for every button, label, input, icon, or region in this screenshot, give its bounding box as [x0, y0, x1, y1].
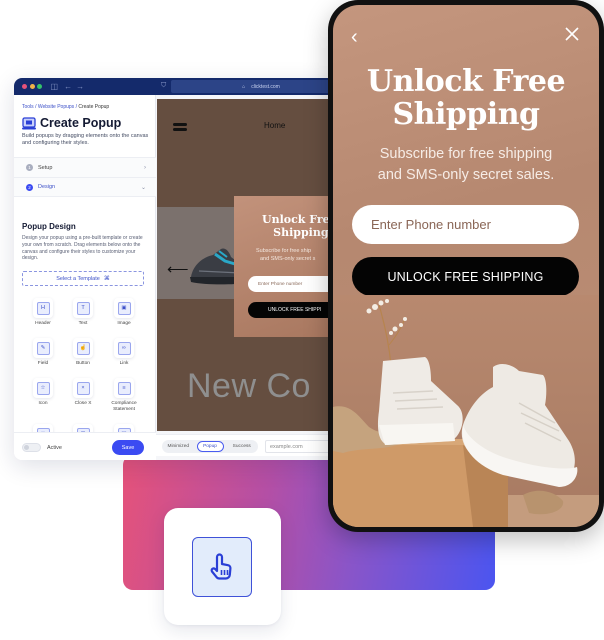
- popup-preview-title: Unlock Fre Shipping: [262, 213, 330, 239]
- canvas-toolbar: Minimized Popup Success example.com: [156, 434, 344, 456]
- breadcrumb: Tools / Website Popups / Create Popup: [22, 104, 109, 110]
- element-image[interactable]: ▣ Image: [102, 298, 146, 327]
- back-arrow-icon[interactable]: ←: [64, 82, 72, 91]
- popup-window-icon: [22, 116, 36, 129]
- hamburger-menu-icon: [173, 123, 187, 133]
- element-field[interactable]: ✎ Field: [21, 338, 65, 367]
- button-icon: ☝: [76, 341, 90, 355]
- element-icon[interactable]: ☆ Icon: [21, 378, 65, 407]
- save-button[interactable]: Save: [112, 440, 144, 455]
- breadcrumb-separator: /: [35, 104, 37, 110]
- tab-minimized[interactable]: Minimized: [162, 444, 195, 449]
- chevron-down-icon: ⌄: [140, 184, 146, 191]
- element-label: Header: [35, 321, 51, 326]
- view-state-tabs: Minimized Popup Success: [162, 440, 258, 453]
- hand-pointer-icon: [210, 553, 232, 580]
- builder-sidebar: Tools / Website Popups / Create Popup Cr…: [14, 95, 156, 460]
- select-template-label: Select a Template: [56, 275, 100, 282]
- popup-title: Unlock Free Shipping: [366, 64, 566, 132]
- active-label: Active: [47, 445, 62, 451]
- page-subtitle: Build popups by dragging elements onto t…: [22, 133, 149, 146]
- active-toggle[interactable]: [22, 443, 41, 452]
- image-icon: ▣: [117, 301, 131, 315]
- sidebar-toggle-icon[interactable]: ◫: [51, 82, 59, 91]
- element-label: Button: [76, 361, 90, 366]
- step-number-badge: 2: [26, 183, 33, 191]
- unlock-free-shipping-button[interactable]: UNLOCK FREE SHIPPING: [352, 257, 579, 296]
- sneakers-product-image: [333, 295, 599, 527]
- phone-number-input[interactable]: Enter Phone number: [352, 205, 579, 244]
- tab-popup[interactable]: Popup: [196, 441, 224, 452]
- maximize-window-dot[interactable]: [37, 84, 42, 89]
- phone-mockup: ‹ Unlock Free Shipping Subscribe for free…: [328, 0, 604, 532]
- close-window-dot[interactable]: [22, 84, 27, 89]
- pointer-tile: [164, 508, 281, 625]
- element-label: Text: [78, 321, 88, 326]
- step-label: Design: [38, 184, 56, 190]
- url-text: clicktest.com: [251, 83, 280, 90]
- step-label: Setup: [38, 164, 53, 171]
- minimize-window-dot[interactable]: [29, 84, 35, 89]
- page-title: Create Popup: [40, 116, 122, 130]
- close-x-icon: ×: [76, 381, 90, 395]
- text-icon: T: [76, 301, 90, 315]
- breadcrumb-tools[interactable]: Tools: [22, 104, 34, 110]
- browser-window: ◫ ← → ⛉ ⌂ clicktest.com Tools / Website …: [14, 78, 344, 460]
- page-title-row: Create Popup: [22, 116, 121, 130]
- element-text[interactable]: T Text: [61, 298, 105, 327]
- sidebar-footer: Active Save: [14, 432, 156, 460]
- step-number-badge: 1: [26, 164, 33, 171]
- magic-wand-icon: ⌘: [103, 276, 110, 282]
- phone-popup-screen: ‹ Unlock Free Shipping Subscribe for free…: [333, 5, 599, 527]
- popup-design-heading: Popup Design: [22, 222, 76, 231]
- breadcrumb-separator: /: [75, 104, 77, 110]
- element-label: Image: [117, 321, 131, 326]
- element-label: Link: [119, 361, 129, 366]
- hero-headline: New Co: [187, 367, 311, 405]
- step-setup[interactable]: 1 Setup ›: [14, 157, 156, 177]
- site-preview: Home ⟵ New Co Unlock Fre Shipping Subscri…: [157, 99, 344, 431]
- element-close-x[interactable]: × Close X: [61, 378, 105, 407]
- breadcrumb-current: Create Popup: [78, 104, 110, 110]
- popup-subtitle: Subscribe for free shipping and SMS-only …: [377, 146, 555, 183]
- compliance-icon: ≡: [117, 381, 131, 395]
- element-label: Close X: [74, 401, 92, 406]
- browser-titlebar: ◫ ← → ⛉ ⌂ clicktest.com: [14, 78, 344, 95]
- element-header[interactable]: H Header: [21, 298, 65, 327]
- address-bar[interactable]: ⌂ clicktest.com: [171, 80, 344, 93]
- lock-icon: ⌂: [242, 83, 246, 90]
- chevron-right-icon: ›: [144, 164, 146, 171]
- element-label: Compliance Statement: [111, 401, 137, 412]
- star-icon: ☆: [36, 381, 50, 395]
- tab-success[interactable]: Success: [226, 444, 259, 449]
- element-label: Field: [37, 361, 49, 366]
- shield-icon[interactable]: ⛉: [161, 82, 166, 90]
- header-icon: H: [36, 301, 50, 315]
- design-canvas: Home ⟵ New Co Unlock Fre Shipping Subscri…: [156, 95, 344, 460]
- pointer-icon-frame: [192, 537, 252, 597]
- popup-preview-subtitle: Subscribe for free ship and SMS-only secr…: [256, 248, 316, 262]
- nav-home-link: Home: [264, 121, 286, 130]
- popup-design-description: Design your popup using a pre-built temp…: [22, 235, 143, 262]
- select-template-button[interactable]: Select a Template ⌘: [22, 271, 144, 286]
- link-icon: ∞: [117, 341, 131, 355]
- close-icon[interactable]: [565, 27, 579, 41]
- element-compliance-statement[interactable]: ≡ Compliance Statement: [102, 378, 146, 412]
- breadcrumb-website-popups[interactable]: Website Popups: [38, 104, 74, 110]
- forward-arrow-icon[interactable]: →: [76, 82, 84, 91]
- field-icon: ✎: [36, 341, 50, 355]
- element-label: Icon: [38, 401, 48, 406]
- step-design[interactable]: 2 Design ⌄: [14, 177, 156, 197]
- element-button[interactable]: ☝ Button: [61, 338, 105, 367]
- back-chevron-icon[interactable]: ‹: [351, 27, 358, 47]
- element-link[interactable]: ∞ Link: [102, 338, 146, 367]
